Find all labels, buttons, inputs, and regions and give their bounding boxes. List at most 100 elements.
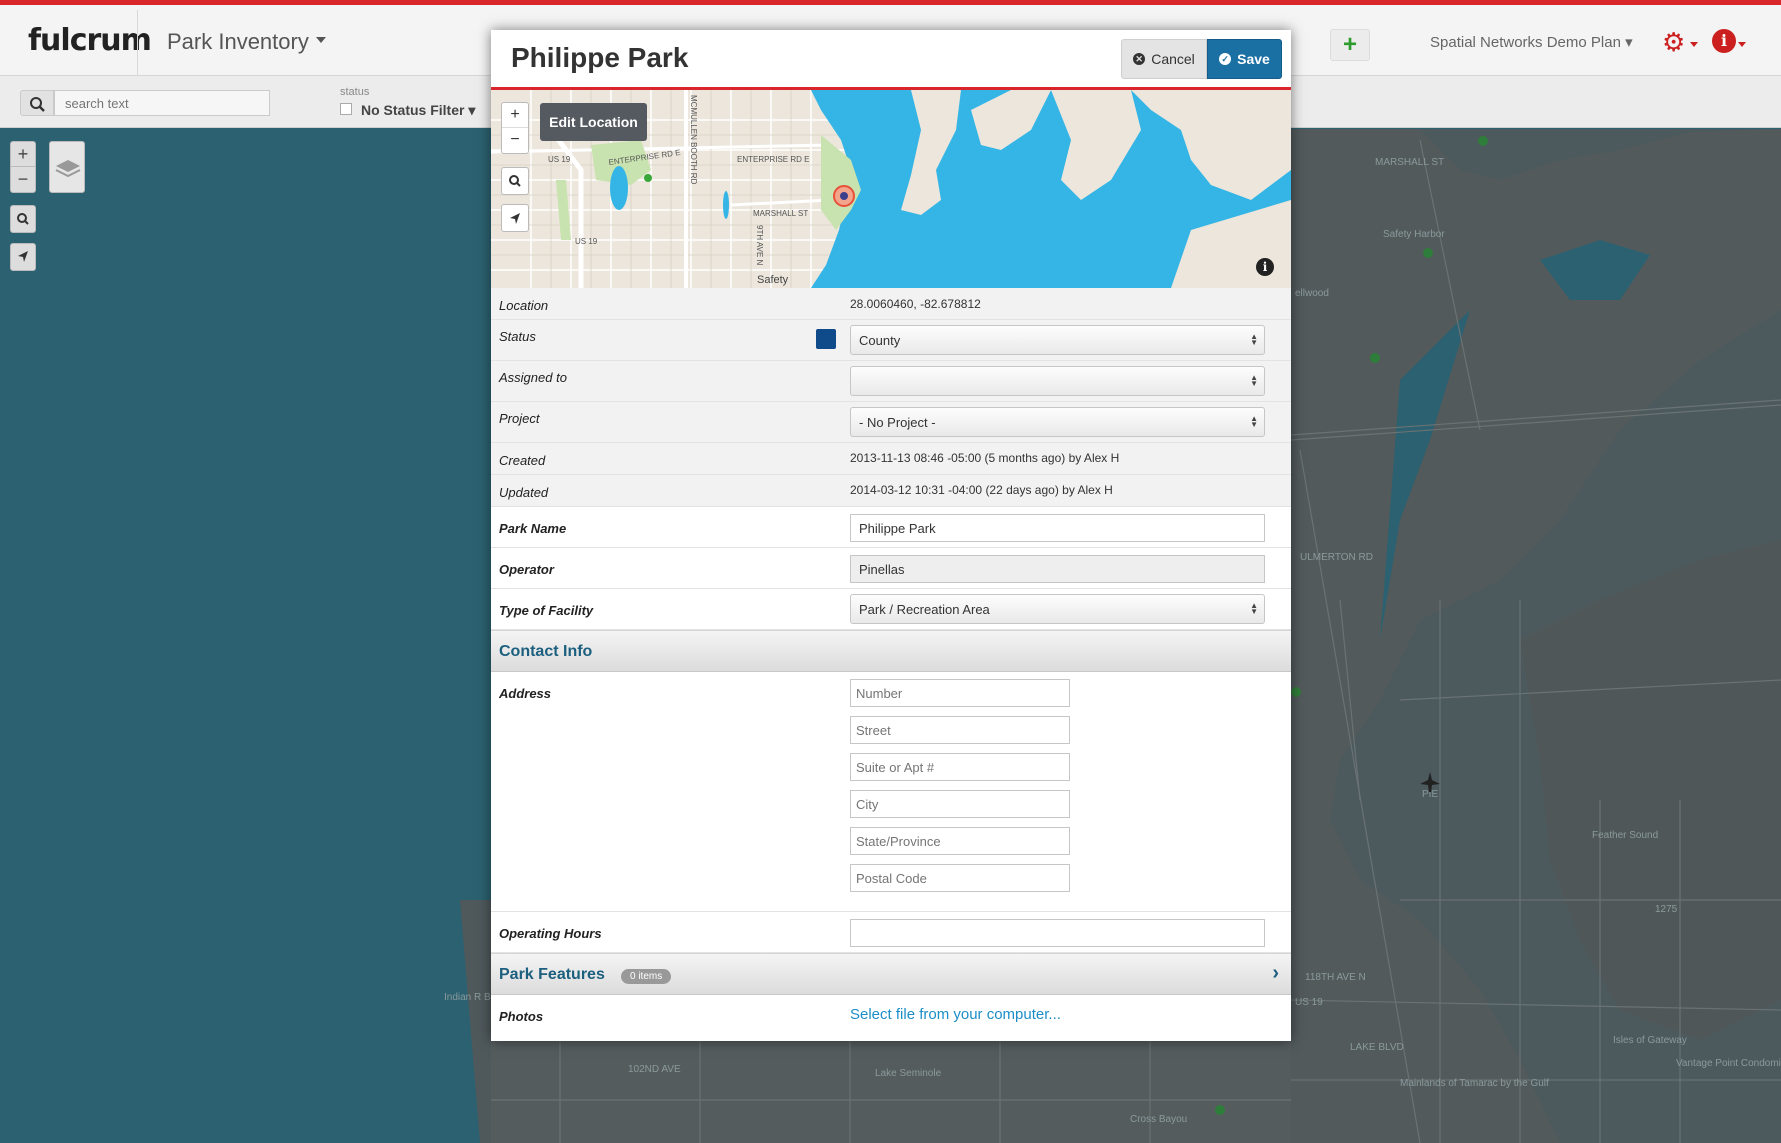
save-button[interactable]: ✓ Save	[1207, 39, 1282, 79]
status-filter-value: No Status Filter	[361, 102, 465, 118]
address-state-input[interactable]	[850, 827, 1070, 855]
cancel-button[interactable]: ✕ Cancel	[1121, 39, 1207, 79]
bg-map-label: Cross Bayou	[1130, 1114, 1187, 1125]
bg-map-label: Safety Harbor	[1383, 229, 1445, 240]
divider	[137, 10, 138, 80]
chevron-down-icon[interactable]	[1738, 42, 1746, 47]
locate-button[interactable]	[10, 243, 36, 271]
bg-map-label: 1275	[1655, 904, 1678, 915]
items-count-badge: 0 items	[621, 969, 672, 984]
search-input[interactable]	[54, 90, 270, 116]
select-arrows-icon: ▲ ▼	[1250, 601, 1258, 616]
search-button[interactable]	[20, 90, 54, 116]
save-label: Save	[1237, 51, 1270, 67]
locate-icon	[18, 251, 28, 262]
info-icon[interactable]: i	[1712, 29, 1736, 53]
address-city-input[interactable]	[850, 790, 1070, 818]
chevron-down-icon[interactable]	[316, 37, 326, 43]
section-title: Park Features	[499, 966, 605, 983]
locate-button[interactable]	[501, 204, 529, 232]
map-zoom-control: + −	[501, 102, 529, 154]
updated-row: Updated 2014-03-12 10:31 -04:00 (22 days…	[491, 475, 1291, 507]
bg-map-label: ellwood	[1295, 288, 1329, 299]
project-select[interactable]: - No Project - ▲ ▼	[850, 407, 1265, 437]
facility-type-row: Type of Facility Park / Recreation Area …	[491, 589, 1291, 630]
section-title: Contact Info	[499, 643, 593, 660]
plan-name: Spatial Networks Demo Plan	[1430, 34, 1621, 51]
location-value: 28.0060460, -82.678812	[850, 297, 981, 311]
zoom-out-button[interactable]: −	[11, 167, 35, 192]
contact-info-section-header[interactable]: Contact Info	[491, 630, 1291, 672]
map-attribution-info-icon[interactable]: i	[1256, 258, 1274, 276]
cancel-label: Cancel	[1151, 51, 1195, 67]
field-label: Assigned to	[499, 370, 567, 385]
chevron-right-icon[interactable]: ›	[1272, 962, 1279, 985]
zoom-out-button[interactable]: −	[502, 128, 528, 153]
field-label: Location	[499, 298, 549, 313]
app-title[interactable]: Park Inventory	[167, 29, 309, 55]
facility-type-select[interactable]: Park / Recreation Area ▲ ▼	[850, 594, 1265, 624]
assigned-row: Assigned to ▲ ▼	[491, 361, 1291, 402]
operator-input[interactable]: Pinellas	[850, 555, 1265, 583]
edit-location-button[interactable]: Edit Location	[540, 103, 647, 141]
layers-icon	[55, 160, 81, 178]
bg-map-label: Vantage Point Condominium	[1676, 1058, 1781, 1069]
bg-map-label: Mainlands of Tamarac by the Gulf	[1400, 1078, 1549, 1089]
status-color-swatch	[816, 329, 836, 349]
field-label: Created	[499, 453, 546, 468]
layers-button[interactable]	[49, 141, 85, 193]
select-file-link[interactable]: Select file from your computer...	[850, 1006, 1061, 1023]
bg-map-label: 102ND AVE	[628, 1064, 681, 1075]
map-road-shield: US 19	[575, 237, 598, 246]
created-row: Created 2013-11-13 08:46 -05:00 (5 month…	[491, 443, 1291, 475]
modal-header: Philippe Park ✕ Cancel ✓ Save	[491, 30, 1291, 90]
address-row: Address	[491, 672, 1291, 912]
check-icon: ✓	[1219, 53, 1232, 65]
park-name-input[interactable]: Philippe Park	[850, 514, 1265, 542]
address-street-input[interactable]	[850, 716, 1070, 744]
field-label: Status	[499, 329, 536, 344]
map-search-button[interactable]	[10, 205, 36, 233]
status-row: Status County ▲ ▼	[491, 320, 1291, 361]
location-map[interactable]: ENTERPRISE RD E ENTERPRISE RD E MARSHALL…	[491, 90, 1291, 288]
bg-map-label: LAKE BLVD	[1350, 1042, 1404, 1053]
assigned-to-select[interactable]: ▲ ▼	[850, 366, 1265, 396]
address-suite-input[interactable]	[850, 753, 1070, 781]
select-arrows-icon: ▲ ▼	[1250, 332, 1258, 347]
operator-row: Operator Pinellas	[491, 548, 1291, 589]
park-name-row: Park Name Philippe Park	[491, 507, 1291, 548]
operating-hours-row: Operating Hours	[491, 912, 1291, 953]
gear-icon[interactable]: ⚙	[1662, 27, 1685, 58]
zoom-in-button[interactable]: +	[11, 142, 35, 167]
status-filter-dropdown[interactable]: No Status Filter ▾	[361, 102, 475, 119]
status-value: County	[859, 333, 901, 348]
field-label: Address	[499, 686, 552, 701]
bg-map-label: MARSHALL ST	[1375, 157, 1444, 168]
status-select[interactable]: County ▲ ▼	[850, 325, 1265, 355]
chevron-down-icon[interactable]	[1690, 42, 1698, 47]
park-features-section-header[interactable]: Park Features 0 items ›	[491, 953, 1291, 995]
fulcrum-logo[interactable]: fulcrum	[28, 23, 152, 58]
map-place-label: Safety	[757, 274, 789, 286]
map-search-button[interactable]	[501, 167, 529, 195]
bg-map-label: ULMERTON RD	[1300, 552, 1373, 563]
record-form: Location 28.0060460, -82.678812 Status C…	[491, 288, 1291, 1035]
updated-value: 2014-03-12 10:31 -04:00 (22 days ago) by…	[850, 483, 1113, 497]
status-filter-checkbox[interactable]	[340, 103, 352, 115]
plan-selector[interactable]: Spatial Networks Demo Plan ▾	[1430, 33, 1633, 51]
facility-type-value: Park / Recreation Area	[859, 602, 990, 617]
search-icon	[509, 175, 521, 187]
add-record-button[interactable]: +	[1330, 29, 1370, 61]
select-arrows-icon: ▲ ▼	[1250, 414, 1258, 429]
field-label: Photos	[499, 1009, 544, 1024]
address-postal-input[interactable]	[850, 864, 1070, 892]
close-icon: ✕	[1133, 53, 1146, 65]
address-number-input[interactable]	[850, 679, 1070, 707]
status-filter-label: status	[340, 86, 370, 98]
project-row: Project - No Project - ▲ ▼	[491, 402, 1291, 443]
locate-icon	[510, 213, 520, 224]
zoom-in-button[interactable]: +	[502, 103, 528, 128]
project-value: - No Project -	[859, 415, 936, 430]
operating-hours-input[interactable]	[850, 919, 1265, 947]
location-row: Location 28.0060460, -82.678812	[491, 288, 1291, 320]
